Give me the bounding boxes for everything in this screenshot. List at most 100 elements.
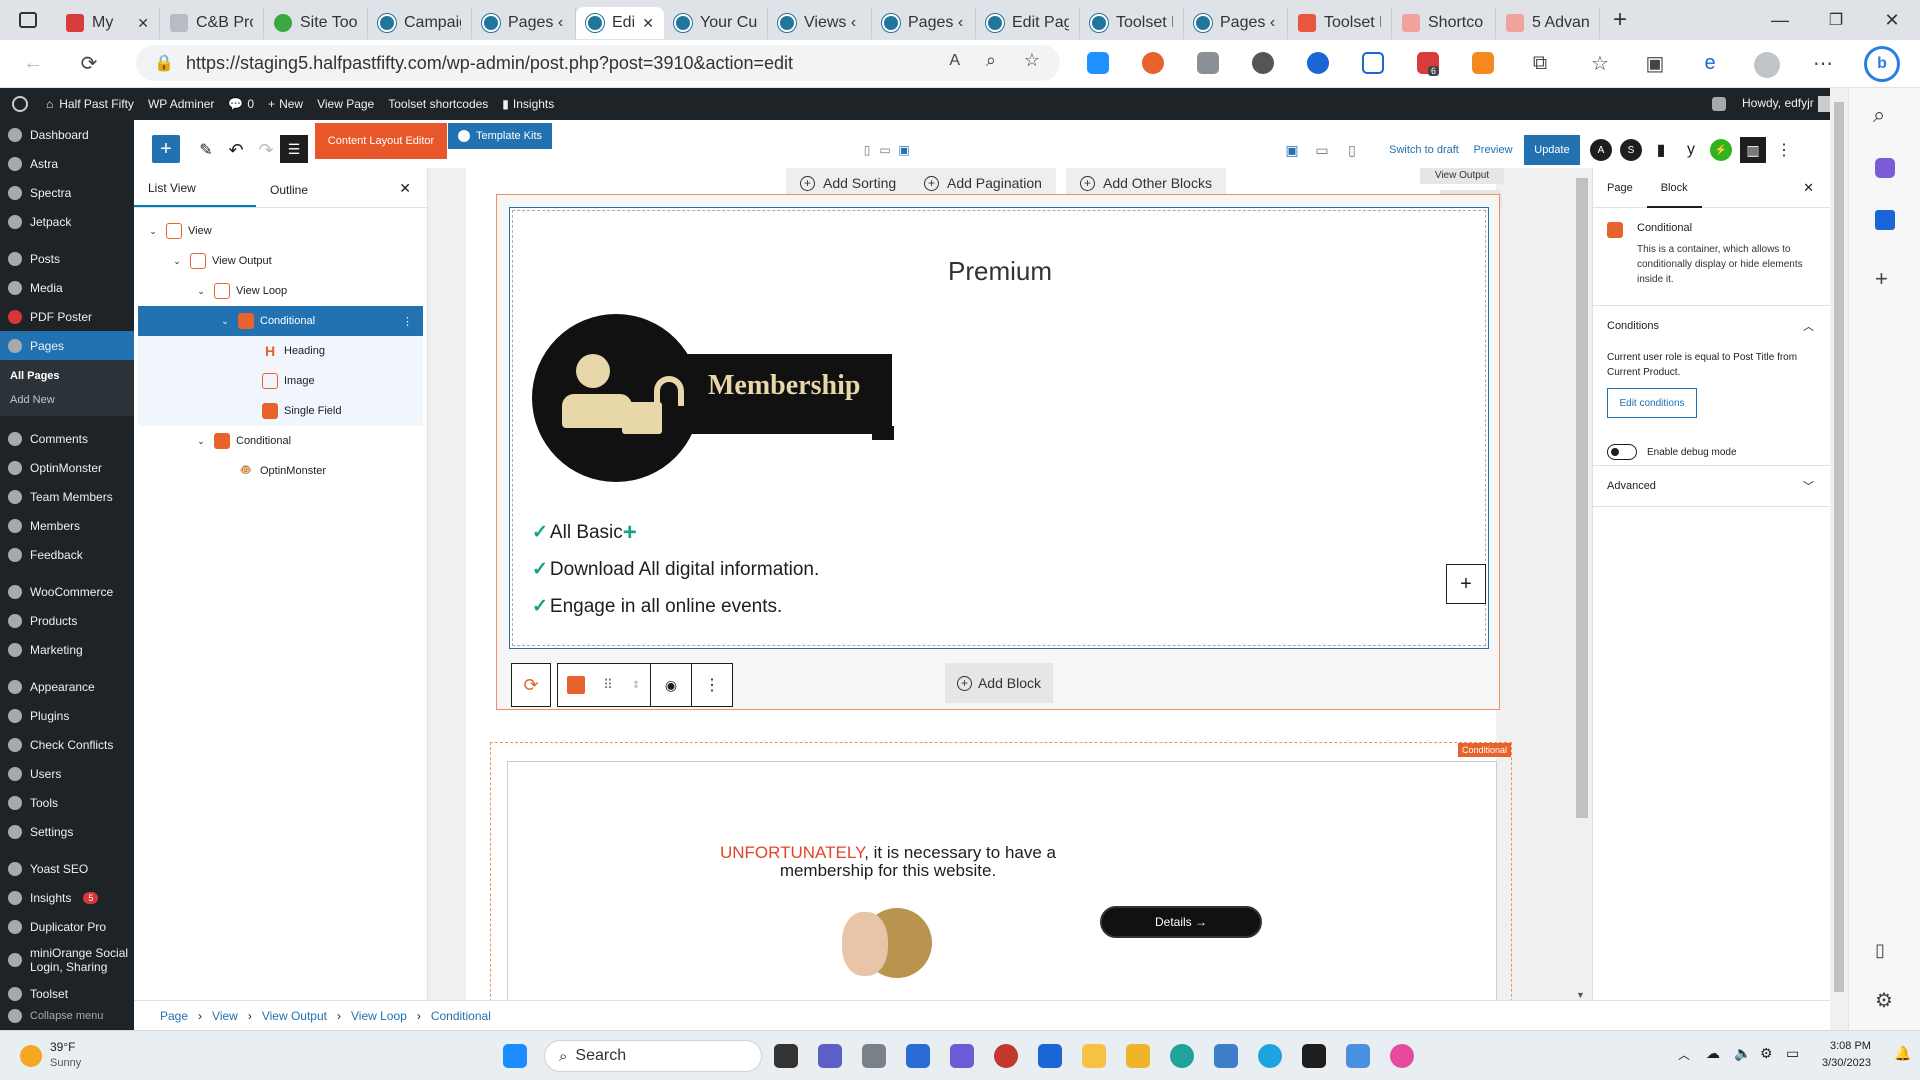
extension-code-icon[interactable] (1197, 52, 1219, 74)
battery-icon[interactable]: ▭ (1786, 1045, 1799, 1062)
browser-tab[interactable]: My ✕ (56, 7, 160, 39)
browser-tab[interactable]: Edit Page (976, 7, 1080, 39)
notifications-icon[interactable]: 🔔 (1894, 1045, 1911, 1062)
menu-item-dashboard[interactable]: Dashboard (0, 120, 134, 149)
menu-item-settings[interactable]: Settings (0, 817, 134, 846)
browser-tab[interactable]: Pages ‹ H (472, 7, 576, 39)
breadcrumb-item[interactable]: View (212, 1009, 238, 1023)
list-view-item[interactable]: Single Field (138, 396, 423, 426)
clipboard-icon[interactable]: ▮ (1650, 135, 1672, 165)
device-tablet-icon[interactable]: ▭ (878, 135, 892, 165)
menu-item-collapse-menu[interactable]: Collapse menu (0, 1001, 134, 1030)
menu-item-astra[interactable]: Astra (0, 149, 134, 178)
extension-lighthouse-icon[interactable] (1142, 52, 1164, 74)
app-icon-2[interactable] (994, 1044, 1018, 1068)
calculator-icon[interactable] (1346, 1044, 1370, 1068)
canvas-scrollbar[interactable]: ▼ (1572, 168, 1592, 1000)
menu-item-pdf-poster[interactable]: PDF Poster (0, 302, 134, 331)
chevron-down-icon[interactable]: ⌄ (170, 256, 184, 267)
chevron-down-icon[interactable]: ⌄ (194, 286, 208, 297)
browser-tab[interactable]: 5 Advanc (1496, 7, 1600, 39)
preview-mobile-icon[interactable]: ▯ (1342, 135, 1362, 165)
photos-icon[interactable] (1390, 1044, 1414, 1068)
close-tab-icon[interactable]: ✕ (642, 15, 654, 32)
tab-page[interactable]: Page (1593, 182, 1647, 194)
settings-sidebar-icon[interactable]: ▥ (1740, 137, 1766, 163)
close-icon[interactable]: ✕ (399, 180, 411, 197)
list-view-item[interactable]: Image (138, 366, 423, 396)
browser-tab[interactable]: Site Tool (264, 7, 368, 39)
chevron-down-icon[interactable]: ⌄ (218, 316, 232, 327)
menu-item-spectra[interactable]: Spectra (0, 178, 134, 207)
toolset-shortcodes-link[interactable]: Toolset shortcodes (388, 97, 488, 111)
conditional-block-2[interactable]: Conditional UNFORTUNATELY, it is necessa… (490, 742, 1512, 1000)
favorites-icon[interactable]: ☆ (1587, 50, 1613, 76)
edge-bar-icon[interactable]: e (1697, 50, 1723, 76)
yoast-icon[interactable]: y (1680, 135, 1702, 165)
clock-date[interactable]: 3/30/2023 (1822, 1057, 1871, 1069)
device-desktop-icon[interactable]: ▣ (896, 135, 912, 165)
menu-item-miniorange-social-login-sharing[interactable]: miniOrange Social Login, Sharing (0, 941, 134, 979)
clock-time[interactable]: 3:08 PM (1830, 1040, 1871, 1052)
browser-tab[interactable]: Toolset P (1288, 7, 1392, 39)
favorite-star-icon[interactable]: ☆ (1024, 50, 1040, 71)
visibility-toggle-icon[interactable]: ◉ (650, 664, 692, 706)
browser-tab[interactable]: Edit ✕ (576, 7, 664, 39)
new-link[interactable]: New (279, 97, 303, 111)
taskbar-search[interactable]: ⌕ Search (544, 1040, 762, 1072)
dropbox-icon[interactable] (1302, 1044, 1326, 1068)
conditional-block-icon[interactable] (558, 664, 594, 706)
file-explorer-icon[interactable] (1082, 1044, 1106, 1068)
redo-icon[interactable]: ↷ (252, 135, 280, 165)
edge-taskbar-icon[interactable] (1170, 1044, 1194, 1068)
parent-view-loop-icon[interactable]: ⟳ (511, 663, 551, 707)
switch-to-draft-button[interactable]: Switch to draft (1384, 135, 1464, 165)
list-view-item[interactable]: ⌄ Conditional ⋮ (138, 306, 423, 336)
block-options-icon[interactable]: ⋮ (692, 664, 732, 706)
menu-item-insights[interactable]: Insights 5 (0, 883, 134, 912)
undo-icon[interactable]: ↶ (222, 135, 250, 165)
close-window-button[interactable]: ✕ (1864, 10, 1920, 31)
browser-tab[interactable]: Campaig (368, 7, 472, 39)
options-icon[interactable]: ⋮ (402, 315, 413, 328)
menu-item-comments[interactable]: Comments (0, 424, 134, 453)
settings-app-icon[interactable] (862, 1044, 886, 1068)
preview-desktop-icon[interactable]: ▣ (1282, 135, 1302, 165)
extensions-puzzle-icon[interactable]: ⧉ (1527, 50, 1553, 76)
menu-item-plugins[interactable]: Plugins (0, 701, 134, 730)
menu-item-duplicator-pro[interactable]: Duplicator Pro (0, 912, 134, 941)
breadcrumb-item[interactable]: View Output (262, 1009, 327, 1023)
block-appender-button[interactable]: + (1446, 564, 1486, 604)
extension-shield-icon[interactable] (1087, 52, 1109, 74)
task-view-icon[interactable] (774, 1044, 798, 1068)
conditions-title[interactable]: Conditions (1607, 320, 1816, 332)
new-tab-button[interactable]: + (1600, 6, 1640, 34)
profile-avatar[interactable] (1754, 52, 1780, 78)
gear-icon[interactable]: ⚙ (1875, 988, 1893, 1013)
advanced-panel[interactable]: Advanced ﹀ (1593, 466, 1830, 507)
tab-block[interactable]: Block (1646, 168, 1702, 208)
options-menu-icon[interactable]: ⋮ (1774, 135, 1794, 165)
search-icon[interactable]: ⌕ (1873, 102, 1885, 128)
browser-tab[interactable]: Toolset D (1080, 7, 1184, 39)
browser-tab[interactable]: Shortco (1392, 7, 1496, 39)
menu-item-check-conflicts[interactable]: Check Conflicts (0, 730, 134, 759)
insights-link[interactable]: Insights (513, 97, 554, 111)
view-loop-block[interactable]: Premium Membership ✓ All Basic + ✓ Downl… (496, 194, 1500, 710)
menu-item-media[interactable]: Media (0, 273, 134, 302)
template-kits-button[interactable]: Template Kits (448, 123, 552, 149)
list-view-item[interactable]: ⌄ View Output (138, 246, 423, 276)
start-windows-icon[interactable] (503, 1044, 527, 1068)
details-button[interactable]: Details → (1100, 906, 1262, 938)
browser-tab[interactable]: Pages ‹ H (872, 7, 976, 39)
menu-item-optinmonster[interactable]: OptinMonster (0, 453, 134, 482)
outlook-icon[interactable] (1875, 210, 1895, 230)
menu-item-feedback[interactable]: Feedback (0, 540, 134, 569)
tray-chevron-icon[interactable]: ︿ (1678, 1046, 1690, 1063)
device-mobile-icon[interactable]: ▯ (860, 135, 874, 165)
close-tab-icon[interactable]: ✕ (137, 15, 149, 32)
browser-tab[interactable]: C&B Pro (160, 7, 264, 39)
preview-button[interactable]: Preview (1470, 135, 1516, 165)
add-icon[interactable]: + (1875, 266, 1888, 292)
network-icon[interactable]: ⚙ (1760, 1045, 1773, 1062)
